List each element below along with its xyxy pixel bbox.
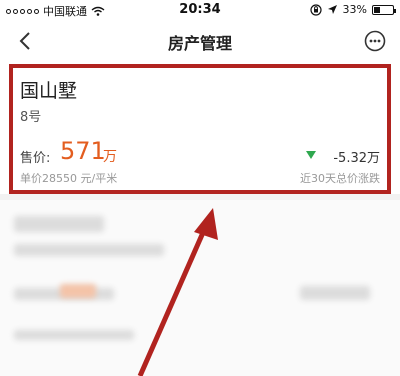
more-dots-icon[interactable]: [364, 30, 386, 52]
screen: 中国联通 20:34 33% 房产管理 国山墅 8号 售价: 571 万 单价2…: [0, 0, 400, 376]
page-title: 房产管理: [167, 34, 232, 53]
rotation-lock-icon: [309, 3, 322, 16]
battery-icon: [372, 4, 396, 15]
blurred-price: [60, 284, 96, 298]
blurred-text: [300, 286, 370, 300]
status-right: 33%: [309, 3, 396, 16]
battery-fill: [374, 6, 380, 13]
blurred-text: [14, 216, 104, 232]
status-bar: 中国联通 20:34 33%: [0, 0, 400, 20]
highlight-frame: [9, 64, 391, 194]
battery-percent: 33%: [342, 3, 367, 16]
location-arrow-icon: [327, 5, 337, 14]
nav-bar: 房产管理: [0, 20, 400, 62]
blurred-text: [14, 330, 134, 340]
blurred-text: [14, 244, 164, 256]
blurred-listing: [0, 200, 400, 376]
